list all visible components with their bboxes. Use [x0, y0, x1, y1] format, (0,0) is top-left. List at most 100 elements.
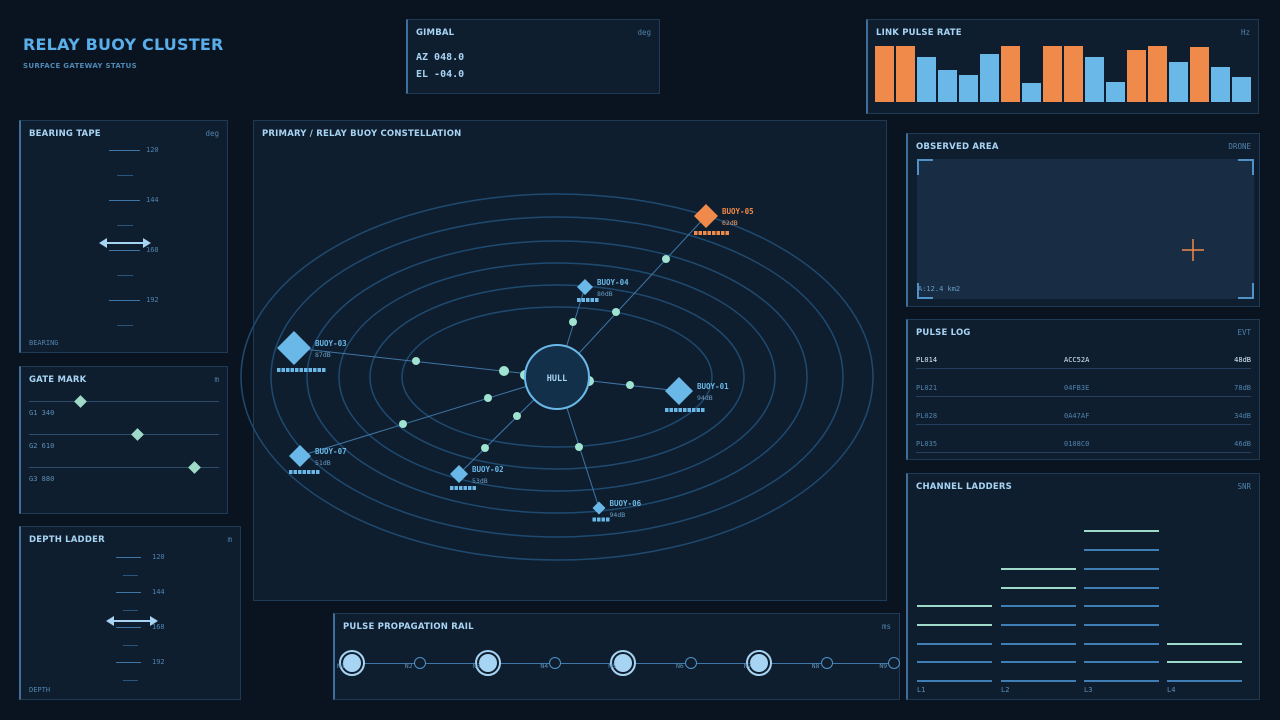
buoy-signal: 94dB — [610, 511, 626, 519]
rail-node-minor[interactable] — [820, 657, 833, 669]
buoy-signal: 80dB — [597, 290, 613, 298]
buoy-name: BUOY-01 — [697, 382, 729, 391]
gate-label: G3 880 — [29, 475, 55, 483]
rail-node-label: N5 — [608, 662, 617, 670]
bearing-panel: BEARING TAPE deg 120 144 168 192 BEARING — [19, 120, 228, 353]
observed-view[interactable]: A:12.4 km2 — [917, 159, 1254, 299]
frame-corner-br — [1238, 283, 1254, 299]
signal-segment — [298, 470, 302, 474]
buoy-signal: 53dB — [472, 477, 488, 485]
log-id: PL014 — [916, 356, 938, 364]
constellation-view[interactable]: HULL BUOY-0194dBBUOY-0253dBBUOY-0387dBBU… — [240, 120, 887, 601]
signal-segment — [472, 486, 476, 490]
bearing-tick-label: 120 — [146, 146, 159, 154]
pulse-bar — [1001, 46, 1020, 102]
ladder-rung — [1084, 605, 1159, 607]
signal-segment — [725, 231, 729, 235]
signal-segment — [311, 470, 315, 474]
signal-segment — [712, 231, 716, 235]
ladder-rung — [1084, 587, 1159, 589]
rail-node-label: N6 — [676, 662, 684, 670]
ladder-rung — [1001, 568, 1076, 570]
buoy-marker[interactable] — [665, 377, 693, 405]
ladder-rung — [1084, 568, 1159, 570]
signal-segment — [307, 470, 311, 474]
ladder-rung — [917, 643, 992, 645]
signal-segment — [295, 368, 299, 372]
rail-unit: ms — [881, 622, 891, 631]
gate-panel: GATE MARK m G1 340 G2 610 G3 880 — [19, 366, 228, 514]
rail-node-minor[interactable] — [685, 657, 697, 669]
rail-node-core — [343, 654, 361, 672]
buoy-marker[interactable] — [277, 331, 311, 365]
rail-node-minor[interactable] — [413, 657, 426, 669]
gate-marker[interactable] — [188, 461, 202, 474]
gimbal-azimuth: AZ 048.0 — [416, 52, 465, 63]
log-separator — [916, 396, 1251, 397]
depth-minor-tick — [123, 679, 138, 681]
buoy-marker[interactable] — [592, 501, 606, 515]
pulse-bar — [1106, 82, 1125, 102]
buoy-marker[interactable] — [577, 279, 593, 295]
log-id: PL035 — [916, 440, 938, 448]
bearing-marker-icon[interactable] — [99, 237, 151, 249]
signal-segment — [590, 298, 594, 302]
signal-segment — [454, 486, 458, 490]
signal-segment — [308, 368, 312, 372]
observed-area-label: A:12.4 km2 — [918, 285, 961, 293]
ladder-rung — [1084, 661, 1159, 663]
rail-node-label: N1 — [337, 662, 345, 670]
link-pulse-panel: LINK PULSE RATE Hz — [866, 19, 1259, 114]
link-node — [612, 308, 620, 316]
signal-segment — [665, 408, 669, 412]
signal-segment — [674, 408, 678, 412]
buoy-signal: 51dB — [315, 459, 331, 467]
depth-major-tick — [116, 557, 141, 558]
hub-node — [499, 366, 509, 376]
depth-major-tick — [116, 592, 141, 593]
pulse-bar — [1043, 46, 1062, 102]
gate-marker[interactable] — [74, 395, 88, 408]
link-node — [481, 444, 489, 452]
log-code: 04FB3E — [1064, 384, 1090, 392]
pulse-log-table: PL014 ACC52A 48dB PL021 04FB3E 78dB PL028 0A47A… — [908, 320, 1259, 459]
ladder-rung — [1001, 624, 1076, 626]
bearing-minor-tick — [117, 225, 133, 226]
depth-major-tick — [116, 627, 141, 628]
ladder-rung — [1167, 643, 1242, 645]
bearing-minor-tick — [117, 175, 133, 176]
channel-ladders: L1 L2 L3 L4 — [908, 474, 1259, 699]
buoy-signal: 94dB — [697, 394, 713, 402]
ladder-label: L3 — [1084, 686, 1093, 694]
buoy-name: BUOY-04 — [597, 278, 629, 287]
observed-panel: OBSERVED AREA DRONE A:12.4 km2 — [906, 133, 1260, 307]
ladder-rung — [1167, 680, 1242, 682]
frame-corner-tr — [1238, 159, 1254, 175]
channel-panel: CHANNEL LADDERS SNR L1 L2 L3 L4 — [906, 473, 1260, 700]
signal-segment — [459, 486, 463, 490]
gate-marker[interactable] — [131, 428, 145, 441]
signal-segment — [577, 298, 581, 302]
buoy-name: BUOY-05 — [722, 207, 754, 216]
depth-marker-icon[interactable] — [106, 615, 158, 627]
target-crosshair-icon[interactable] — [1182, 239, 1204, 261]
gimbal-elevation: EL -04.0 — [416, 69, 465, 80]
depth-minor-tick — [123, 574, 138, 576]
pulse-bar — [1127, 50, 1146, 102]
depth-minor-tick — [123, 644, 138, 646]
ladder-rung — [1084, 624, 1159, 626]
signal-segment — [289, 470, 293, 474]
signal-segment — [322, 368, 326, 372]
depth-tape[interactable]: 120 144 168 192 — [21, 527, 240, 699]
pulse-bar — [1190, 47, 1209, 102]
signal-segment — [606, 517, 610, 522]
link-node — [484, 394, 492, 402]
buoy-marker[interactable] — [289, 445, 311, 467]
signal-segment — [694, 231, 698, 235]
ladder-rung — [917, 605, 992, 607]
depth-panel: DEPTH LADDER m 120 144 168 192 DEPTH — [19, 526, 241, 700]
depth-tick-label: 120 — [152, 553, 165, 561]
ladder-label: L2 — [1001, 686, 1010, 694]
signal-segment — [302, 470, 306, 474]
signal-segment — [317, 368, 321, 372]
